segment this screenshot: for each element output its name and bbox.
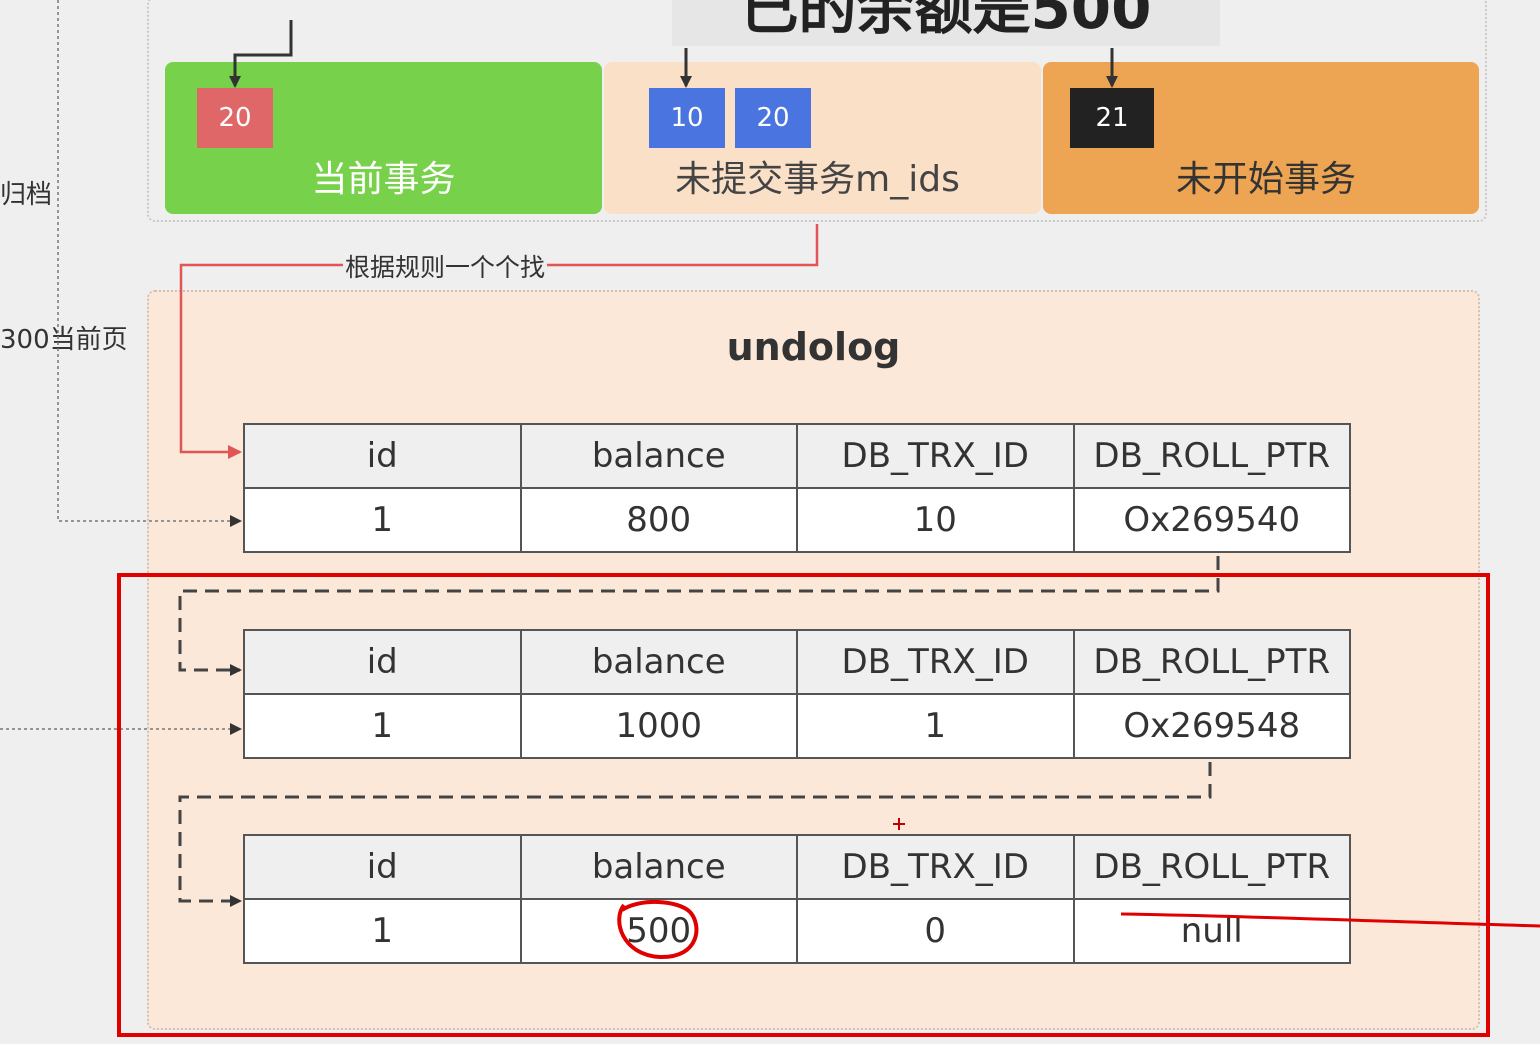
circle-around-500 [617, 899, 699, 960]
red-annotations [617, 899, 1540, 960]
underline-null [1120, 912, 1540, 928]
